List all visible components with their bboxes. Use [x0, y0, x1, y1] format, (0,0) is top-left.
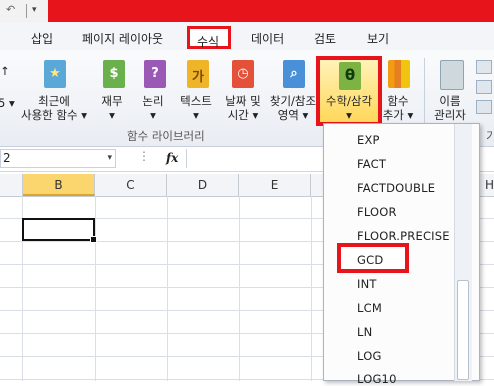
name-manager-button[interactable]: 이름 관리자: [430, 94, 470, 122]
chevron-down-icon[interactable]: ▾: [107, 150, 112, 167]
menu-item-gcd[interactable]: GCD: [357, 253, 383, 267]
lookup-reference-button[interactable]: 찾기/참조 영역 ▾: [264, 94, 322, 122]
financial-arrow: ▾: [109, 108, 115, 122]
star-book-icon: ★: [40, 58, 68, 88]
more-functions-label-1: 함수: [387, 94, 409, 108]
left-cut-button[interactable]: 5 ▾: [0, 96, 15, 110]
menu-item-log10[interactable]: LOG10: [357, 372, 397, 386]
name-manager-label-2: 관리자: [434, 108, 466, 122]
insert-function-icon[interactable]: fx: [166, 151, 178, 165]
menu-item-fact[interactable]: FACT: [357, 157, 386, 171]
title-bar-accent: [48, 0, 494, 22]
math-trig-arrow: ▾: [346, 108, 352, 122]
column-header-e[interactable]: E: [239, 174, 311, 196]
menu-item-ln[interactable]: LN: [357, 325, 372, 339]
recent-label-1: 최근에: [38, 94, 70, 108]
formula-bar-separator: [186, 149, 187, 168]
financial-label: 재무: [101, 94, 123, 108]
menu-item-log[interactable]: LOG: [357, 349, 382, 363]
name-manager-icon: [436, 58, 464, 90]
math-trig-book-icon: θ: [335, 60, 363, 90]
name-box-value: 2: [3, 151, 11, 165]
name-box[interactable]: 2 ▾: [0, 149, 116, 168]
grid-line: [311, 196, 312, 381]
math-trig-label: 수학/삼각: [325, 94, 373, 108]
tab-view[interactable]: 보기: [367, 30, 389, 47]
create-from-selection-icon[interactable]: [476, 100, 492, 114]
toolbar-separator: [26, 4, 27, 18]
title-bar: ↶ ▾: [0, 0, 494, 22]
menu-item-floor[interactable]: FLOOR: [357, 205, 397, 219]
fill-handle[interactable]: [90, 236, 97, 243]
logical-label: 논리: [142, 94, 164, 108]
text-arrow: ▾: [193, 108, 199, 122]
more-functions-button[interactable]: 함수 추가 ▾: [380, 94, 416, 122]
date-time-label-1: 날짜 및: [225, 94, 261, 108]
date-time-label-2: 시간 ▾: [227, 108, 259, 122]
datetime-book-icon: ◷: [228, 58, 256, 88]
select-all-corner[interactable]: [0, 174, 23, 196]
scrollbar-thumb[interactable]: [457, 280, 469, 380]
left-cut-label: ↑: [0, 64, 10, 78]
quick-access-dropdown-icon[interactable]: ▾: [32, 5, 37, 15]
financial-button[interactable]: 재무 ▾: [96, 94, 128, 122]
defined-names-group-label: 기: [486, 129, 494, 143]
text-book-icon: 가: [183, 58, 211, 88]
recent-label-2: 사용한 함수 ▾: [21, 108, 87, 122]
menu-item-int[interactable]: INT: [357, 277, 377, 291]
lookup-label-2: 영역 ▾: [277, 108, 309, 122]
tab-review[interactable]: 검토: [314, 30, 336, 47]
ribbon-tabs: 삽입 페이지 레이아웃 데이터 검토 보기: [0, 22, 494, 51]
date-time-button[interactable]: 날짜 및 시간 ▾: [218, 94, 268, 122]
column-header-c[interactable]: C: [95, 174, 167, 196]
tab-page-layout[interactable]: 페이지 레이아웃: [82, 30, 163, 47]
left-cut-icon: ↑: [0, 64, 10, 78]
function-library-group-label: 함수 라이브러리: [127, 129, 205, 143]
lookup-book-icon: ⌕: [279, 58, 307, 88]
math-trig-button[interactable]: 수학/삼각 ▾: [318, 94, 380, 122]
menu-item-factdouble[interactable]: FACTDOUBLE: [357, 181, 435, 195]
name-manager-label-1: 이름: [439, 94, 461, 108]
grid-line: [167, 196, 168, 381]
recent-functions-button[interactable]: 최근에 사용한 함수 ▾: [12, 94, 96, 122]
more-functions-icon: [384, 58, 412, 88]
tab-formulas-label: 수식: [197, 35, 220, 49]
use-in-formula-icon[interactable]: [476, 80, 492, 94]
logical-button[interactable]: 논리 ▾: [137, 94, 169, 122]
column-header-d[interactable]: D: [167, 174, 239, 196]
grid-line: [95, 196, 96, 381]
menu-item-lcm[interactable]: LCM: [357, 301, 382, 315]
logical-book-icon: ?: [140, 58, 168, 88]
tab-formulas[interactable]: 수식: [187, 26, 231, 49]
active-cell[interactable]: [22, 218, 97, 243]
undo-icon[interactable]: ↶: [6, 3, 18, 17]
column-header-b[interactable]: B: [23, 174, 95, 196]
text-functions-button[interactable]: 텍스트 ▾: [174, 94, 218, 122]
resize-handle-icon[interactable]: ⋮: [138, 149, 150, 163]
finance-book-icon: $: [99, 58, 127, 88]
menu-item-floor-precise[interactable]: FLOOR.PRECISE: [357, 229, 450, 243]
lookup-label-1: 찾기/참조: [269, 94, 317, 108]
menu-item-exp[interactable]: EXP: [357, 133, 380, 147]
define-name-icon[interactable]: [476, 60, 492, 74]
grid-line: [239, 196, 240, 381]
tab-data[interactable]: 데이터: [251, 30, 284, 47]
logical-arrow: ▾: [150, 108, 156, 122]
more-functions-label-2: 추가 ▾: [382, 108, 414, 122]
column-header-h[interactable]: H: [480, 174, 494, 196]
tab-insert[interactable]: 삽입: [31, 30, 53, 47]
text-label: 텍스트: [180, 94, 212, 108]
dropdown-scrollbar[interactable]: [454, 124, 472, 381]
